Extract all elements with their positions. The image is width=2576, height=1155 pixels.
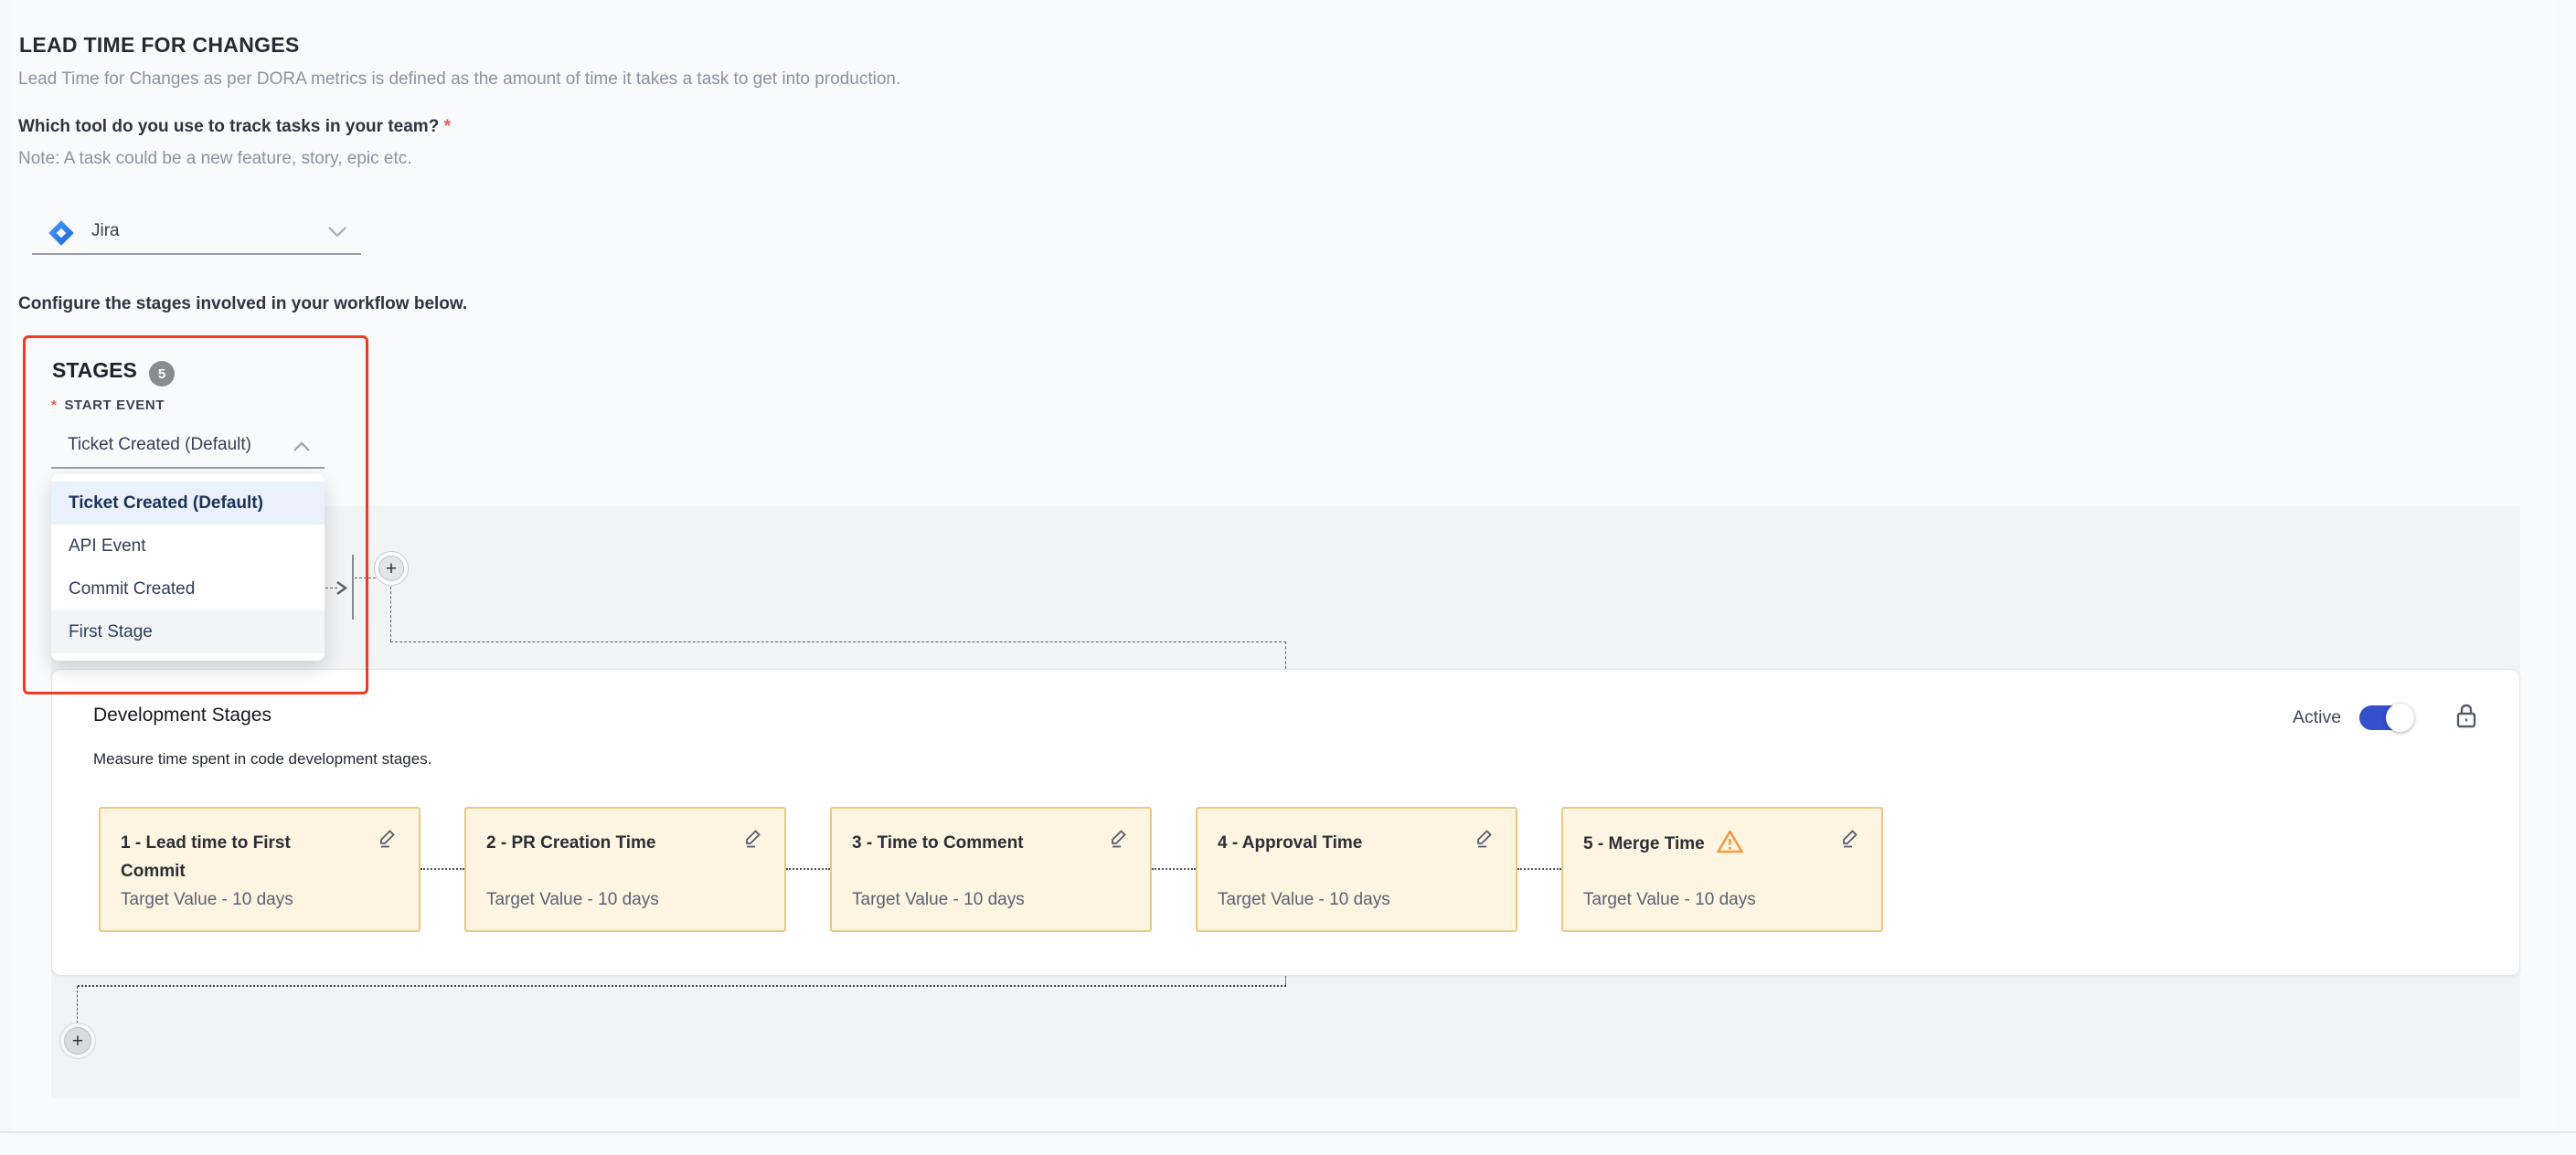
- workflow-connector: [1285, 976, 1286, 985]
- page-bottom-strip: [0, 1133, 2576, 1155]
- stage-connector: [786, 868, 830, 870]
- dropdown-option-api-event[interactable]: API Event: [51, 525, 325, 567]
- stage-connector: [1152, 868, 1196, 870]
- chevron-down-icon: [327, 226, 347, 238]
- task-tool-select[interactable]: Jira: [32, 212, 361, 254]
- dropdown-option-first-stage[interactable]: First Stage: [51, 610, 325, 653]
- warning-icon: [1716, 829, 1744, 854]
- plus-icon: +: [64, 1027, 91, 1054]
- start-event-select[interactable]: Ticket Created (Default): [51, 429, 325, 468]
- toggle-knob: [2386, 704, 2414, 732]
- start-event-dropdown: Ticket Created (Default) API Event Commi…: [51, 474, 325, 661]
- active-toggle-label: Active: [2293, 707, 2341, 728]
- required-asterisk: *: [51, 397, 57, 413]
- stage-card-3[interactable]: 3 - Time to Comment Target Value - 10 da…: [830, 807, 1152, 932]
- page-right-margin: [2556, 0, 2576, 1155]
- workflow-connector: [390, 641, 1286, 642]
- select-underline: [32, 253, 361, 255]
- plus-icon: +: [378, 556, 404, 581]
- stage-connector: [420, 868, 464, 870]
- stage-card-4[interactable]: 4 - Approval Time Target Value - 10 days: [1196, 807, 1517, 932]
- stage-name: 2 - PR Creation Time: [486, 829, 715, 857]
- edit-icon[interactable]: [377, 827, 399, 849]
- tool-question-label: Which tool do you use to track tasks in …: [18, 117, 451, 137]
- edit-icon[interactable]: [742, 827, 764, 849]
- arrow-right-icon: [335, 580, 349, 596]
- start-node-edge-line: [352, 555, 354, 620]
- edit-icon[interactable]: [1108, 827, 1130, 849]
- stage-name: 1 - Lead time to First Commit: [121, 829, 349, 885]
- active-toggle[interactable]: [2359, 705, 2412, 730]
- jira-logo-icon: [48, 219, 75, 247]
- stage-target-value: Target Value - 10 days: [1583, 890, 1756, 910]
- page-description: Lead Time for Changes as per DORA metric…: [18, 69, 900, 90]
- page-title: LEAD TIME FOR CHANGES: [19, 33, 300, 58]
- stage-card-2[interactable]: 2 - PR Creation Time Target Value - 10 d…: [464, 807, 786, 932]
- stage-name: 5 - Merge Time: [1583, 829, 1857, 858]
- dropdown-option-commit-created[interactable]: Commit Created: [51, 567, 325, 610]
- required-asterisk: *: [444, 117, 451, 136]
- stage-name: 4 - Approval Time: [1218, 829, 1446, 857]
- stages-count-badge: 5: [149, 361, 175, 387]
- lock-icon[interactable]: [2453, 702, 2480, 731]
- workflow-connector: [1285, 641, 1286, 669]
- add-stage-button-top[interactable]: +: [374, 551, 409, 586]
- stage-name: 3 - Time to Comment: [852, 829, 1080, 857]
- dropdown-option-ticket-created[interactable]: Ticket Created (Default): [51, 482, 325, 525]
- start-event-label: *START EVENT: [51, 397, 165, 413]
- select-underline: [51, 467, 325, 469]
- stage-group-subtitle: Measure time spent in code development s…: [93, 750, 431, 768]
- stage-connector: [1517, 868, 1561, 870]
- stage-target-value: Target Value - 10 days: [1218, 890, 1390, 910]
- start-event-value: Ticket Created (Default): [68, 435, 251, 455]
- edit-icon[interactable]: [1474, 827, 1496, 849]
- task-tool-value: Jira: [91, 221, 120, 241]
- page-left-margin: [0, 0, 12, 1155]
- edit-icon[interactable]: [1839, 827, 1861, 849]
- workflow-connector: [78, 985, 1286, 987]
- workflow-connector: [390, 587, 391, 641]
- lead-time-config-page: LEAD TIME FOR CHANGES Lead Time for Chan…: [0, 0, 2576, 1155]
- stage-group-title: Development Stages: [93, 705, 271, 726]
- tool-question-note: Note: A task could be a new feature, sto…: [18, 149, 412, 169]
- stage-card-1[interactable]: 1 - Lead time to First Commit Target Val…: [99, 807, 420, 932]
- stage-target-value: Target Value - 10 days: [486, 890, 659, 910]
- stage-target-value: Target Value - 10 days: [121, 890, 293, 910]
- stages-heading: STAGES: [52, 358, 137, 383]
- configure-instruction: Configure the stages involved in your wo…: [18, 294, 467, 314]
- stage-target-value: Target Value - 10 days: [852, 890, 1025, 910]
- stage-card-5[interactable]: 5 - Merge Time Target Value - 10 days: [1561, 807, 1883, 932]
- add-stage-button-bottom[interactable]: +: [59, 1023, 96, 1059]
- chevron-up-icon: [293, 440, 311, 452]
- workflow-connector: [77, 986, 78, 1023]
